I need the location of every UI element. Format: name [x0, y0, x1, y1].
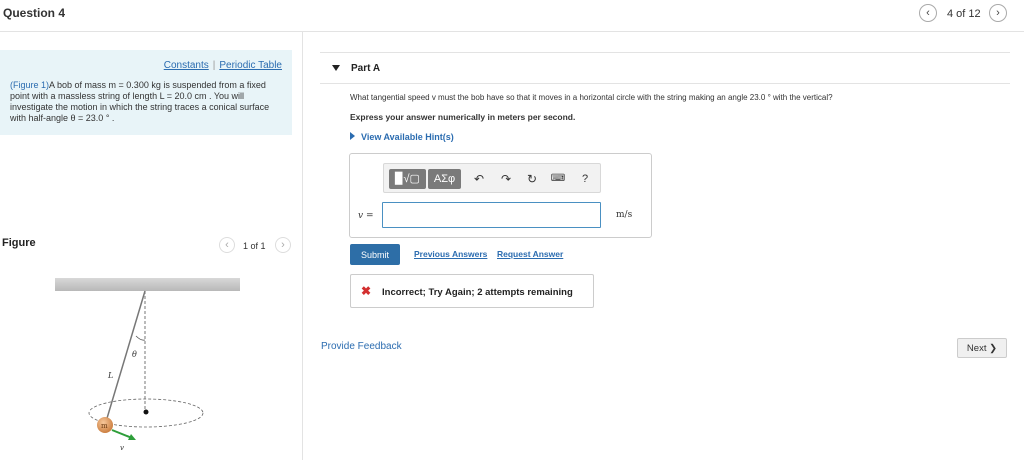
help-button[interactable]: ?: [577, 169, 593, 189]
mass-label: m: [101, 422, 108, 430]
problem-statement: (Figure 1)A bob of mass m = 0.300 kg is …: [10, 80, 286, 124]
request-answer-link[interactable]: Request Answer: [497, 249, 563, 259]
math-toolbar: ▉√▢ ΑΣφ ↶ ↷ ↻ ⌨ ?: [383, 163, 601, 193]
chevron-left-icon: ‹: [225, 239, 229, 251]
hint-label: View Available Hint(s): [361, 132, 454, 142]
part-a-header[interactable]: Part A: [320, 52, 1010, 84]
velocity-arrow: [111, 429, 133, 439]
conical-pendulum-figure: θ L m v: [55, 278, 240, 452]
next-button[interactable]: Next ❯: [957, 338, 1007, 358]
figure-prev-button[interactable]: ‹: [219, 237, 235, 253]
prev-question-button[interactable]: ‹: [919, 4, 937, 22]
redo-icon[interactable]: ↷: [498, 169, 514, 189]
chevron-left-icon: ‹: [926, 7, 930, 19]
next-question-button[interactable]: ›: [989, 4, 1007, 22]
hint-link[interactable]: View Available Hint(s): [350, 132, 454, 142]
answer-input[interactable]: [382, 202, 601, 228]
templates-button[interactable]: ▉√▢: [389, 169, 426, 189]
figure-link[interactable]: (Figure 1): [10, 80, 49, 90]
keyboard-icon[interactable]: ⌨: [550, 169, 566, 189]
greek-button[interactable]: ΑΣφ: [428, 169, 461, 189]
previous-answers-link[interactable]: Previous Answers: [414, 249, 487, 259]
velocity-label: v: [120, 444, 124, 452]
question-pager-text: 4 of 12: [947, 8, 981, 20]
instruction-text: Express your answer numerically in meter…: [350, 112, 576, 122]
length-label: L: [107, 371, 113, 380]
answer-box: ▉√▢ ΑΣφ ↶ ↷ ↻ ⌨ ? v = m/s: [349, 153, 652, 238]
chevron-right-icon: ›: [281, 239, 285, 251]
link-separator: |: [212, 60, 216, 71]
panel-divider: [302, 32, 303, 460]
feedback-text: Incorrect; Try Again; 2 attempts remaini…: [382, 287, 573, 298]
part-title: Part A: [351, 63, 381, 74]
reset-icon[interactable]: ↻: [524, 169, 540, 189]
variable-label: v =: [358, 211, 374, 221]
undo-icon[interactable]: ↶: [471, 169, 487, 189]
constants-link[interactable]: Constants: [164, 60, 209, 71]
periodic-table-link[interactable]: Periodic Table: [219, 60, 282, 71]
figure-heading: Figure: [2, 237, 36, 249]
error-x-icon: ✖: [361, 284, 372, 298]
chevron-right-icon: ›: [996, 7, 1000, 19]
ceiling: [55, 278, 240, 291]
provide-feedback-link[interactable]: Provide Feedback: [321, 341, 402, 352]
figure-pager-text: 1 of 1: [243, 241, 266, 251]
question-title: Question 4: [3, 6, 66, 20]
feedback-message: ✖ Incorrect; Try Again; 2 attempts remai…: [350, 274, 594, 308]
angle-arc: [135, 335, 146, 341]
submit-button[interactable]: Submit: [350, 244, 400, 265]
figure-next-button[interactable]: ›: [275, 237, 291, 253]
caret-down-icon: [332, 65, 340, 71]
question-text: What tangential speed v must the bob hav…: [350, 93, 833, 102]
problem-text: A bob of mass m = 0.300 kg is suspended …: [10, 80, 270, 123]
caret-right-icon: [350, 132, 355, 140]
reference-links: Constants | Periodic Table: [164, 60, 282, 71]
top-bar: Question 4 ‹ 4 of 12 ›: [0, 0, 1024, 32]
unit-label: m/s: [616, 210, 633, 220]
theta-label: θ: [132, 350, 137, 359]
circle-center: [143, 409, 149, 415]
problem-panel: Constants | Periodic Table (Figure 1)A bob…: [0, 50, 292, 135]
string: [104, 290, 146, 426]
